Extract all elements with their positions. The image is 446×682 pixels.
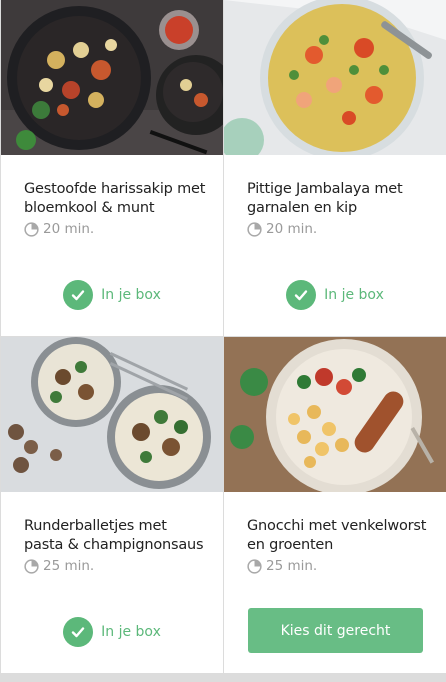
recipe-card[interactable]: Runderballetjes met pasta & champignonsa… xyxy=(1,337,223,673)
clock-icon xyxy=(247,558,262,574)
cooking-time: 25 min. xyxy=(24,558,94,574)
cooking-time-label: 25 min. xyxy=(266,558,318,574)
recipe-title[interactable]: Gnocchi met venkelworst en groenten xyxy=(247,517,432,555)
choose-recipe-button[interactable]: Kies dit gerecht xyxy=(248,608,423,653)
recipe-title[interactable]: Runderballetjes met pasta & champignonsa… xyxy=(24,517,209,555)
in-box-label: In je box xyxy=(324,287,384,303)
in-box-status: In je box xyxy=(224,279,446,311)
cooking-time: 20 min. xyxy=(24,221,94,237)
cooking-time: 20 min. xyxy=(247,221,317,237)
clock-icon xyxy=(247,221,262,237)
checkmark-icon xyxy=(63,280,94,310)
clock-icon xyxy=(24,221,39,237)
recipe-photo-gnocchi-sausage xyxy=(224,337,446,492)
cooking-time-label: 20 min. xyxy=(266,221,318,237)
cooking-time-label: 25 min. xyxy=(43,558,95,574)
cooking-time-label: 20 min. xyxy=(43,221,95,237)
recipe-grid: Gestoofde harissakip met bloemkool & mun… xyxy=(0,0,446,682)
recipe-title[interactable]: Pittige Jambalaya met garnalen en kip xyxy=(247,180,432,218)
cooking-time: 25 min. xyxy=(247,558,317,574)
in-box-label: In je box xyxy=(101,624,161,640)
checkmark-icon xyxy=(63,617,94,647)
in-box-status: In je box xyxy=(1,279,223,311)
clock-icon xyxy=(24,558,39,574)
in-box-status: In je box xyxy=(1,616,223,648)
in-box-label: In je box xyxy=(101,287,161,303)
checkmark-icon xyxy=(286,280,317,310)
recipe-photo-meatballs-pasta xyxy=(1,337,223,492)
recipe-photo-harissa-chicken xyxy=(1,0,223,155)
recipe-card[interactable]: Gnocchi met venkelworst en groenten 25 m… xyxy=(224,337,446,673)
recipe-card[interactable]: Pittige Jambalaya met garnalen en kip 20… xyxy=(224,0,446,336)
recipe-photo-jambalaya xyxy=(224,0,446,155)
recipe-title[interactable]: Gestoofde harissakip met bloemkool & mun… xyxy=(24,180,209,218)
recipe-card[interactable]: Gestoofde harissakip met bloemkool & mun… xyxy=(1,0,223,336)
